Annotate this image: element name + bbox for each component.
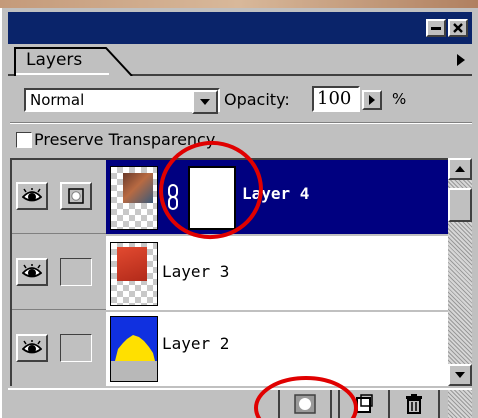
scroll-thumb[interactable] (448, 188, 472, 222)
eye-icon (22, 340, 42, 354)
red-shape-image (117, 247, 147, 281)
palette-title-bar[interactable] (8, 12, 472, 44)
layer-thumbnail-layer-4 (110, 166, 158, 230)
palette-menu-button[interactable] (452, 50, 470, 70)
layer-thumbnail-layer-3 (110, 242, 158, 306)
visibility-toggle-layer-2[interactable] (16, 334, 48, 362)
layer-row-layer-2[interactable]: Layer 2 (12, 312, 448, 386)
toolbar-divider (338, 390, 340, 418)
layer-name-layer-2: Layer 2 (162, 334, 230, 353)
toolbar-divider (438, 390, 440, 418)
slider-arrow-icon (369, 95, 375, 105)
toolbar-divider (278, 390, 280, 418)
blend-mode-select[interactable]: Normal (24, 88, 220, 114)
close-icon (453, 23, 463, 33)
chevron-up-icon (455, 166, 465, 172)
close-button[interactable] (448, 19, 468, 37)
add-layer-mask-button[interactable] (286, 392, 324, 416)
visibility-toggle-layer-3[interactable] (16, 258, 48, 286)
opacity-input[interactable]: 100 (312, 86, 360, 112)
layer-row-layer-4[interactable]: Layer 4 (12, 160, 448, 234)
preserve-transparency-label: Preserve Transparency (34, 130, 216, 149)
tab-layers[interactable]: Layers (14, 46, 134, 76)
trash-icon (406, 394, 422, 414)
blend-mode-value: Normal (30, 91, 85, 109)
opacity-label: Opacity: (224, 90, 290, 109)
layer-name-layer-3: Layer 3 (162, 262, 230, 281)
mask-indicator-layer-2[interactable] (60, 334, 92, 362)
opacity-slider-button[interactable] (362, 90, 382, 110)
layer-mask-icon (68, 188, 84, 204)
eye-icon (22, 264, 42, 278)
preserve-transparency-checkbox[interactable] (16, 132, 32, 148)
chevron-down-icon (200, 99, 210, 105)
layer-thumbnail-layer-2 (110, 316, 158, 382)
opacity-unit: % (392, 90, 407, 108)
scroll-down-button[interactable] (448, 364, 472, 386)
layer-name-layer-4: Layer 4 (242, 184, 310, 203)
layer-row-layer-3[interactable]: Layer 3 (12, 236, 448, 310)
add-layer-mask-icon (294, 394, 316, 414)
minimize-button[interactable] (426, 19, 446, 37)
link-chain-icon (168, 184, 178, 210)
eye-icon (22, 188, 42, 202)
blend-mode-dropdown-button[interactable] (192, 90, 218, 114)
sun-image (111, 335, 157, 381)
portrait-image (123, 173, 153, 203)
scroll-up-button[interactable] (448, 158, 472, 180)
chevron-down-icon (455, 372, 465, 378)
minimize-icon (431, 26, 441, 30)
new-layer-button[interactable] (346, 392, 382, 416)
mask-indicator-layer-4[interactable] (60, 182, 92, 210)
background-image-strip (0, 0, 478, 8)
mask-indicator-layer-3[interactable] (60, 258, 92, 286)
toolbar-divider (388, 390, 390, 418)
tab-layers-label: Layers (26, 50, 83, 70)
new-layer-icon (356, 394, 373, 413)
toolbar-divider (330, 390, 332, 418)
delete-layer-button[interactable] (396, 392, 432, 416)
options-divider (10, 122, 472, 124)
opacity-value: 100 (317, 88, 352, 109)
layer-mask-thumbnail-layer-4[interactable] (188, 166, 236, 230)
panel-menu-arrow-icon (457, 54, 465, 66)
visibility-toggle-layer-4[interactable] (16, 182, 48, 210)
resize-grip[interactable] (448, 390, 472, 418)
link-toggle-layer-4[interactable] (160, 182, 186, 212)
